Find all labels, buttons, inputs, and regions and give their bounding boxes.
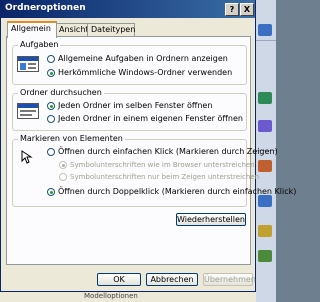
option-label: Öffnen durch Doppelklick (Markieren durc…	[58, 187, 297, 196]
status-text: Modelloptionen	[84, 292, 138, 300]
group-title: Aufgaben	[18, 40, 61, 49]
window-title: Ordneroptionen	[5, 3, 86, 13]
tab-panel-allgemein: Aufgaben Allgemeine Aufgaben in Ordnern …	[6, 36, 296, 265]
option-label: Jeden Ordner im selben Fenster öffnen	[58, 101, 213, 110]
radio-doppelklick[interactable]	[47, 188, 55, 196]
group-title: Markieren von Elementen	[18, 134, 125, 143]
tab-dateitypen[interactable]: Dateitypen	[87, 23, 135, 36]
pointer-icon	[21, 150, 33, 164]
tab-ansicht[interactable]: Ansicht	[55, 23, 89, 36]
desktop-item-icon	[258, 195, 272, 207]
group-ordner-durchsuchen: Ordner durchsuchen Jeden Ordner im selbe…	[12, 88, 247, 131]
title-bar[interactable]: Ordneroptionen ? X	[1, 0, 255, 18]
tab-allgemein[interactable]: Allgemein	[7, 21, 57, 38]
option-label: Öffnen durch einfachen Klick (Markieren …	[58, 147, 278, 156]
radio-eigenes-fenster[interactable]	[47, 115, 55, 123]
browse-folder-icon	[17, 103, 39, 119]
desktop-item-icon	[258, 92, 272, 104]
option-label: Allgemeine Aufgaben in Ordnern anzeigen	[58, 54, 228, 63]
apply-button[interactable]: Übernehmen	[203, 273, 256, 286]
group-markieren: Markieren von Elementen Öffnen durch ein…	[12, 134, 296, 207]
option-label: Herkömmliche Windows-Ordner verwenden	[58, 68, 233, 77]
tasks-icon	[17, 56, 39, 72]
radio-allgemeine-aufgaben[interactable]	[47, 55, 55, 63]
radio-herkoemmliche-ordner[interactable]	[47, 69, 55, 77]
option-label: Symbolunterschriften nur beim Zeigen unt…	[70, 173, 260, 181]
option-label: Jeden Ordner in einem eigenen Fenster öf…	[58, 114, 243, 123]
desktop-item-icon	[258, 225, 272, 237]
group-title: Ordner durchsuchen	[18, 88, 104, 97]
cancel-button[interactable]: Abbrechen	[146, 273, 198, 286]
radio-selbes-fenster[interactable]	[47, 102, 55, 110]
desktop-item-icon	[258, 160, 272, 172]
dialog-window: Ordneroptionen ? X Allgemein Ansicht Dat…	[0, 0, 296, 292]
radio-einfacher-klick[interactable]	[47, 148, 55, 156]
radio-unterstreichen-browser[interactable]	[59, 161, 67, 169]
desktop-item-icon	[258, 24, 272, 36]
status-bar: Modelloptionen	[0, 292, 256, 302]
help-button[interactable]: ?	[225, 3, 239, 16]
ok-button[interactable]: OK	[97, 273, 141, 286]
desktop-item-icon	[258, 250, 272, 262]
radio-unterstreichen-zeigen[interactable]	[59, 173, 67, 181]
close-button[interactable]: X	[240, 3, 254, 16]
desktop-item-icon	[258, 120, 272, 132]
option-label: Symbolunterschriften wie im Browser unte…	[70, 161, 255, 169]
restore-defaults-button[interactable]: Wiederherstellen	[176, 213, 246, 226]
group-aufgaben: Aufgaben Allgemeine Aufgaben in Ordnern …	[12, 40, 247, 85]
